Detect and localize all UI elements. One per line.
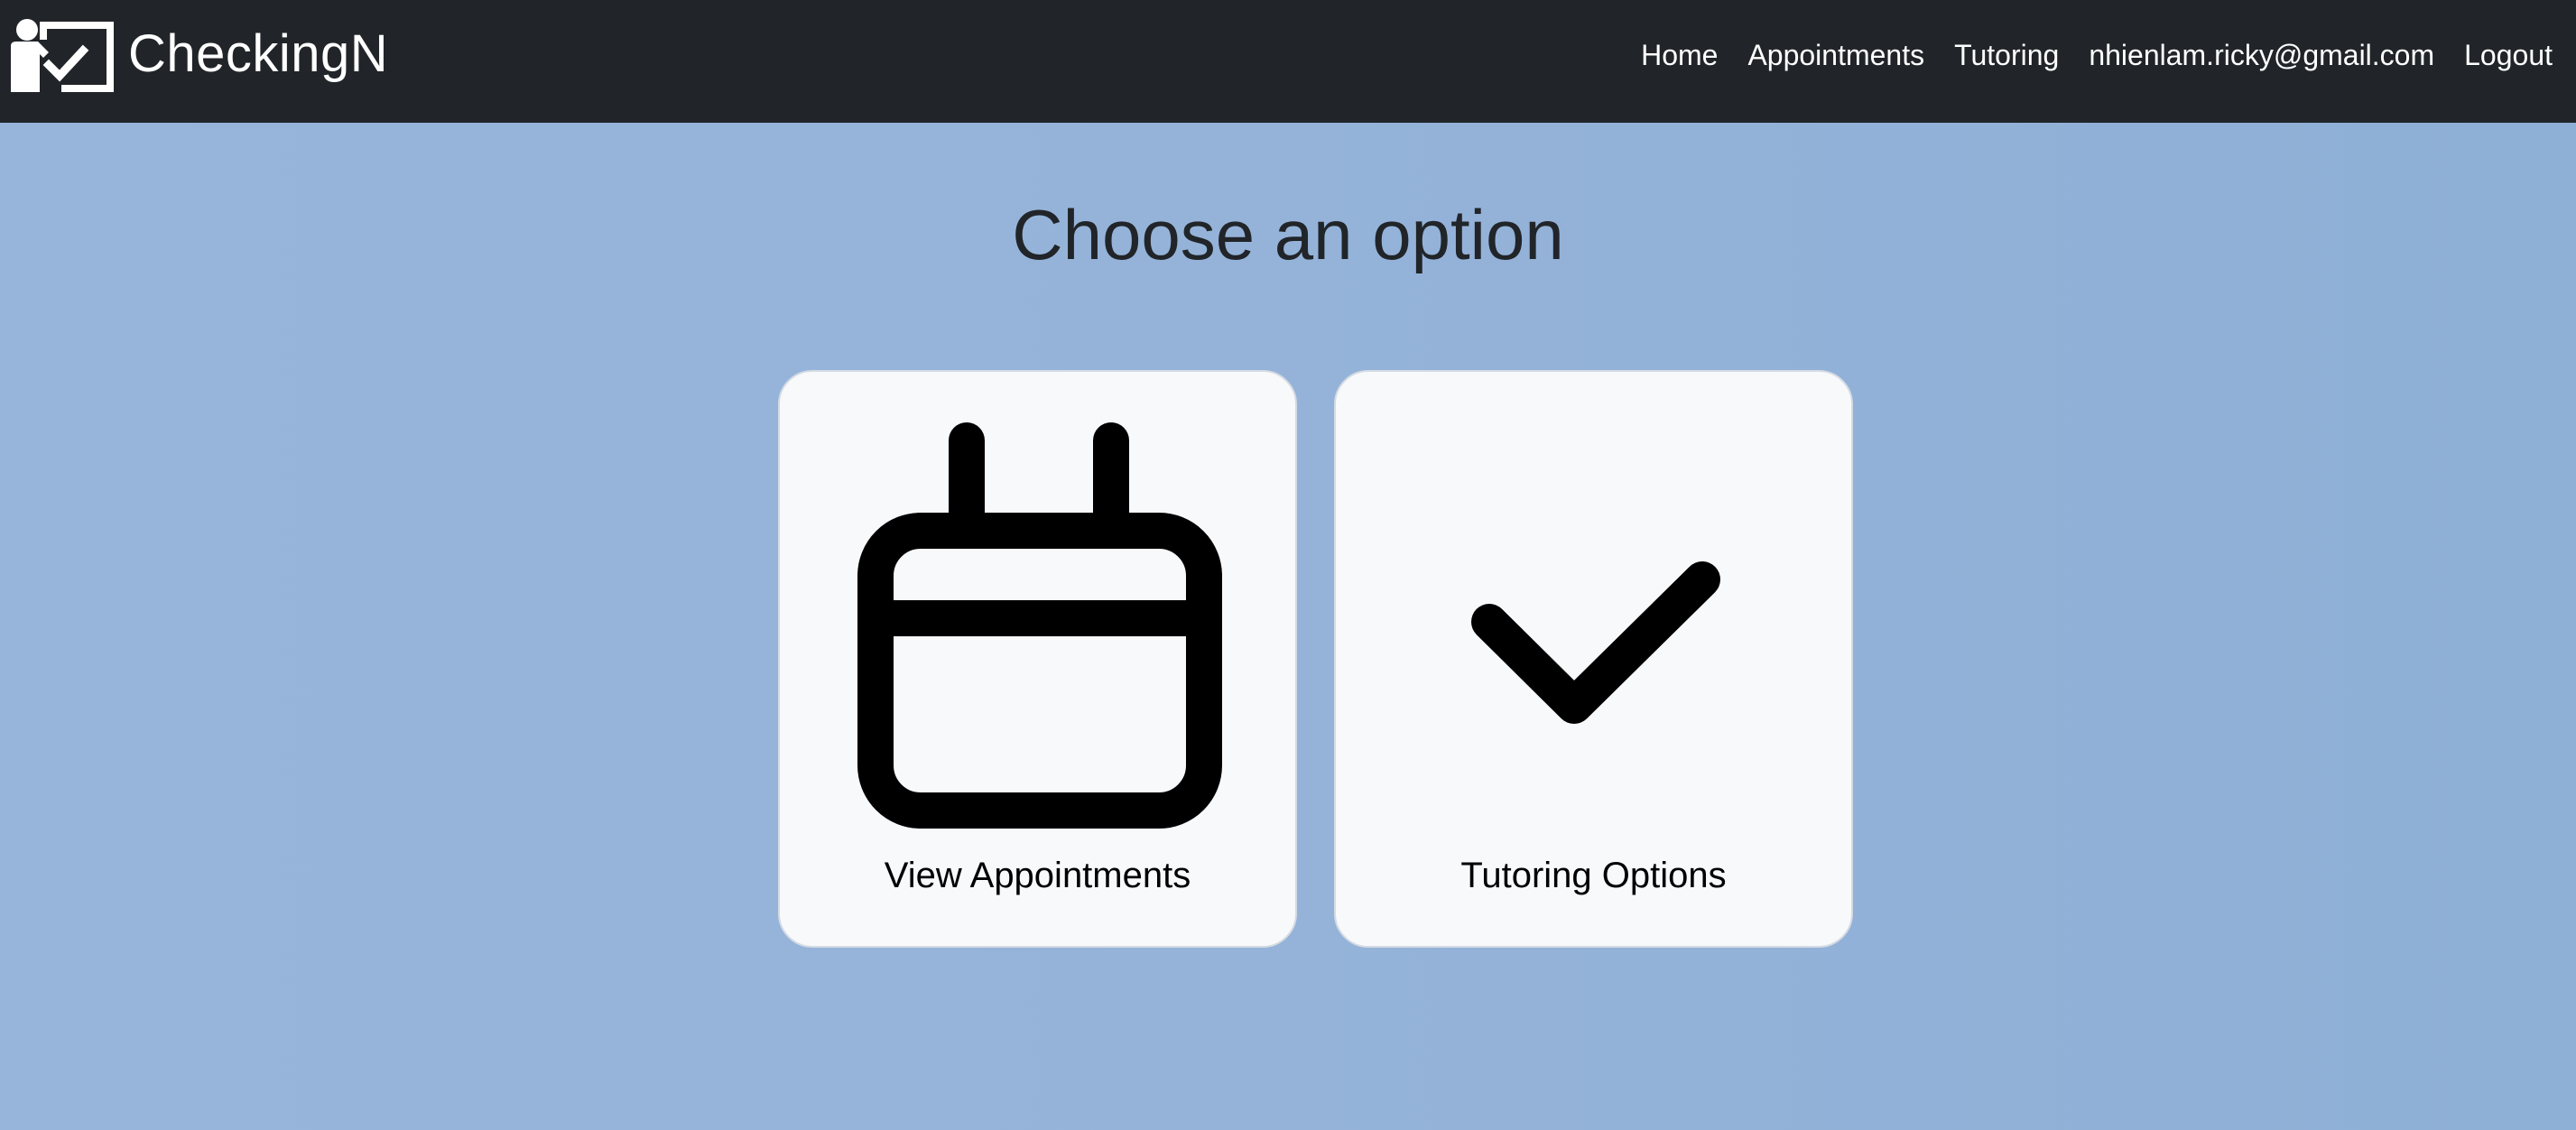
view-appointments-card[interactable]: View Appointments — [778, 370, 1297, 948]
nav-link-tutoring[interactable]: Tutoring — [1954, 39, 2059, 72]
nav-link-user-email[interactable]: nhienlam.ricky@gmail.com — [2089, 39, 2434, 72]
page-title: Choose an option — [1012, 195, 1564, 274]
view-appointments-label: View Appointments — [884, 856, 1191, 895]
teacher-board-logo-icon — [11, 19, 114, 92]
nav-link-home[interactable]: Home — [1641, 39, 1718, 72]
brand-link[interactable]: CheckingN — [7, 16, 388, 92]
navbar: CheckingN Home Appointments Tutoring nhi… — [0, 0, 2576, 123]
calendar-icon — [857, 422, 1222, 829]
brand-name: CheckingN — [128, 24, 389, 83]
nav-link-appointments[interactable]: Appointments — [1747, 39, 1924, 72]
checkmark-icon — [1471, 561, 1720, 724]
nav-links: Home Appointments Tutoring nhienlam.rick… — [1611, 0, 2553, 110]
tutoring-options-card[interactable]: Tutoring Options — [1334, 370, 1853, 948]
nav-link-logout[interactable]: Logout — [2464, 39, 2553, 72]
tutoring-options-label: Tutoring Options — [1460, 856, 1727, 895]
